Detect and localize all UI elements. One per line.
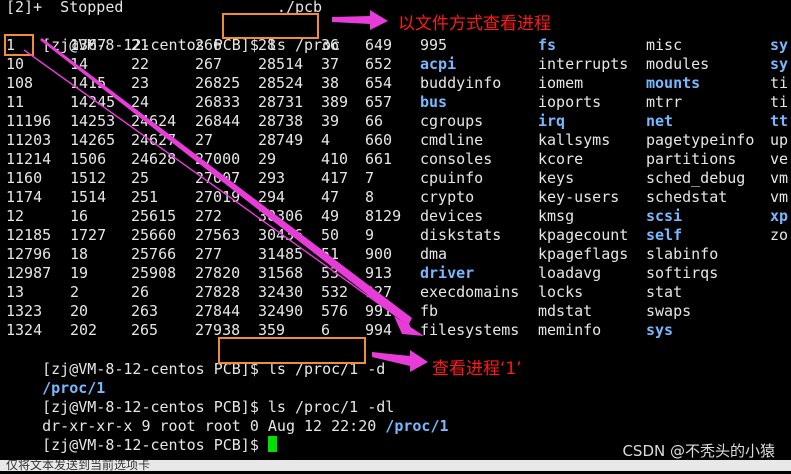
terminal-window[interactable]: [2]+ Stopped ./pcb [zj@VM-8-12-centos PC… [0, 0, 791, 460]
csdn-watermark: CSDN @不秃头的小猿 [622, 442, 775, 460]
arrow-diagonal-body [40, 38, 412, 326]
annotation-arrows [23, 10, 428, 372]
status-bar[interactable]: 仅将文本发送到当前选项卡 [0, 460, 791, 471]
arrow-to-top-annotation [332, 10, 388, 30]
arrow-to-middle-annotation [372, 350, 428, 372]
status-bar-text: 仅将文本发送到当前选项卡 [6, 460, 151, 471]
annotation-view-process-1: 查看进程‘1’ [432, 359, 522, 379]
arrow-thin-line [23, 49, 411, 327]
annotation-view-process-as-files: 以文件方式查看进程 [398, 14, 551, 34]
